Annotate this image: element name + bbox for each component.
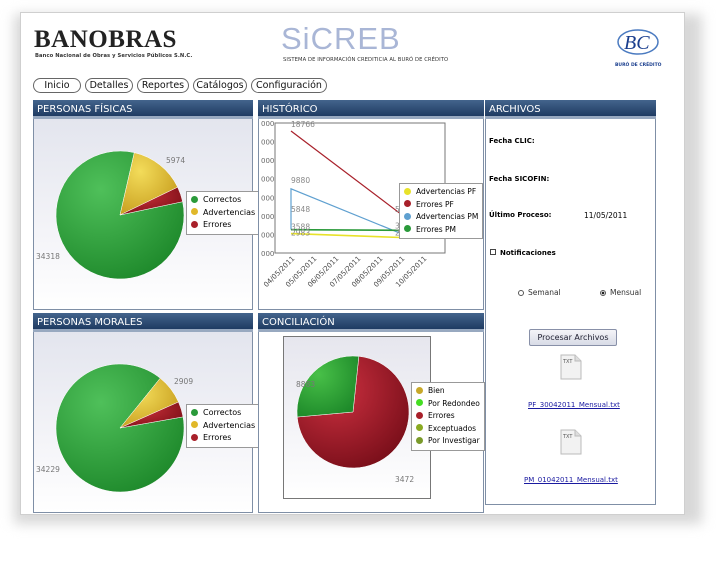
y-tick-label: 000 — [261, 213, 274, 221]
y-tick-label: 000 — [261, 250, 274, 258]
pie-data-label: 34229 — [36, 465, 60, 474]
blue-dot-icon — [404, 212, 411, 220]
y-tick-label: 000 — [261, 231, 274, 239]
green-dot-icon — [191, 408, 198, 416]
radio-selected-icon[interactable] — [600, 289, 606, 296]
legend-item: Advertencias — [191, 207, 255, 220]
point-label: 2983 — [291, 228, 310, 237]
legend-item: Errores — [416, 410, 480, 423]
y-tick-label: 000 — [261, 120, 274, 128]
panel-title: ARCHIVOS — [485, 100, 656, 119]
olive-dot-icon — [416, 424, 423, 431]
green-dot-icon — [404, 225, 411, 232]
red-dot-icon — [416, 411, 423, 419]
header: BANOBRAS Banco Nacional de Obras y Servi… — [21, 13, 684, 73]
conciliacion-panel: CONCILIACIÓN 8883 3472 Bien Por Redondeo … — [258, 313, 485, 513]
legend-item: Errores — [191, 432, 255, 445]
archivos-panel: ARCHIVOS Fecha CLIC: Fecha SICOFIN: Últi… — [485, 100, 656, 505]
panel-title: PERSONAS FÍSICAS — [33, 100, 253, 119]
legend-item: Advertencias — [191, 420, 255, 433]
tab-configuracion[interactable]: Configuración — [251, 78, 327, 93]
legend-item: Errores PM — [404, 224, 478, 237]
banobras-subtitle: Banco Nacional de Obras y Servicios Públ… — [35, 53, 193, 59]
legend-item: Correctos — [191, 194, 255, 207]
legend-item: Por Investigar — [416, 435, 480, 448]
ultimo-proceso-label: Último Proceso: — [489, 211, 552, 219]
personas-morales-panel: PERSONAS MORALES 34229 2909 Correctos Adv… — [33, 313, 261, 513]
y-tick-label: 000 — [261, 157, 274, 165]
y-tick-label: 000 — [261, 194, 274, 202]
file-link[interactable]: PF_30042011_Mensual.txt — [528, 401, 620, 409]
pie-data-label: 8883 — [296, 380, 315, 389]
yellow-dot-icon — [191, 421, 198, 428]
historico-legend: Advertencias PF Errores PF Advertencias … — [399, 183, 484, 239]
svg-text:TXT: TXT — [562, 359, 573, 365]
legend-item: Errores PF — [404, 199, 478, 212]
legend-item: Por Redondeo — [416, 398, 480, 411]
app-window: BANOBRAS Banco Nacional de Obras y Servi… — [20, 12, 685, 515]
green-dot-icon — [191, 195, 198, 203]
y-tick-label: 000 — [261, 139, 274, 147]
tab-catalogos[interactable]: Catálogos — [193, 78, 247, 93]
txt-file-icon[interactable]: TXT — [559, 354, 583, 380]
legend-item: Advertencias PM — [404, 211, 478, 224]
y-tick-label: 000 — [261, 176, 274, 184]
legend-item: Exceptuados — [416, 423, 480, 436]
legend-item: Correctos — [191, 407, 255, 420]
panel-title: CONCILIACIÓN — [258, 313, 484, 332]
pie-data-label: 5974 — [166, 156, 185, 165]
pie-data-label: 3472 — [395, 475, 414, 484]
personas-fisicas-legend: Correctos Advertencias Errores — [186, 191, 261, 235]
legend-item: Advertencias PF — [404, 186, 478, 199]
tab-inicio[interactable]: Inicio — [33, 78, 81, 93]
file-link[interactable]: PM_01042011_Mensual.txt — [524, 476, 618, 484]
red-dot-icon — [404, 200, 411, 207]
point-label: 5848 — [291, 205, 310, 214]
tab-detalles[interactable]: Detalles — [85, 78, 133, 93]
yellow-dot-icon — [404, 187, 411, 195]
point-label: 18766 — [291, 120, 315, 129]
ultimo-proceso-value: 11/05/2011 — [584, 211, 628, 220]
yellow-dot-icon — [191, 208, 198, 215]
pie-data-label: 2909 — [174, 377, 193, 386]
procesar-archivos-button[interactable]: Procesar Archivos — [529, 329, 617, 346]
conciliacion-legend: Bien Por Redondeo Errores Exceptuados Po… — [411, 382, 485, 451]
yellow-dot-icon — [416, 386, 423, 394]
radio-icon[interactable] — [518, 289, 524, 296]
red-dot-icon — [191, 433, 198, 441]
red-dot-icon — [191, 220, 198, 228]
txt-file-icon[interactable]: TXT — [559, 429, 583, 455]
personas-fisicas-panel: PERSONAS FÍSICAS 34318 5974 Correctos Adv… — [33, 100, 261, 310]
pie-data-label: 34318 — [36, 252, 60, 261]
buro-credito-logo: BC — [617, 29, 659, 55]
personas-morales-legend: Correctos Advertencias Errores — [186, 404, 261, 448]
radio-semanal[interactable]: Semanal — [518, 288, 561, 297]
legend-item: Errores — [191, 219, 255, 232]
sicreb-subtitle: SISTEMA DE INFORMACIÓN CREDITICIA AL BUR… — [283, 57, 449, 63]
green-dot-icon — [416, 399, 423, 406]
panel-title: HISTÓRICO — [258, 100, 484, 119]
svg-text:BC: BC — [624, 32, 650, 54]
banobras-logo: BANOBRAS — [34, 26, 177, 53]
checkbox-icon[interactable] — [490, 249, 496, 255]
point-label: 9880 — [291, 176, 310, 185]
tab-reportes[interactable]: Reportes — [137, 78, 189, 93]
radio-mensual[interactable]: Mensual — [600, 288, 641, 297]
historico-panel: HISTÓRICO 000 000 000 000 000 000 000 000 18766 9… — [258, 100, 484, 310]
buro-credito-label: BURÓ DE CRÉDITO — [615, 63, 662, 68]
panel-title: PERSONAS MORALES — [33, 313, 253, 332]
olive-dot-icon — [416, 436, 423, 444]
fecha-clic-label: Fecha CLIC: — [489, 137, 535, 145]
sicreb-logo: SiCREB — [281, 21, 401, 56]
fecha-sicofin-label: Fecha SICOFIN: — [489, 175, 550, 183]
legend-item: Bien — [416, 385, 480, 398]
svg-text:TXT: TXT — [562, 434, 573, 440]
notificaciones-checkbox[interactable]: Notificaciones — [490, 249, 556, 257]
